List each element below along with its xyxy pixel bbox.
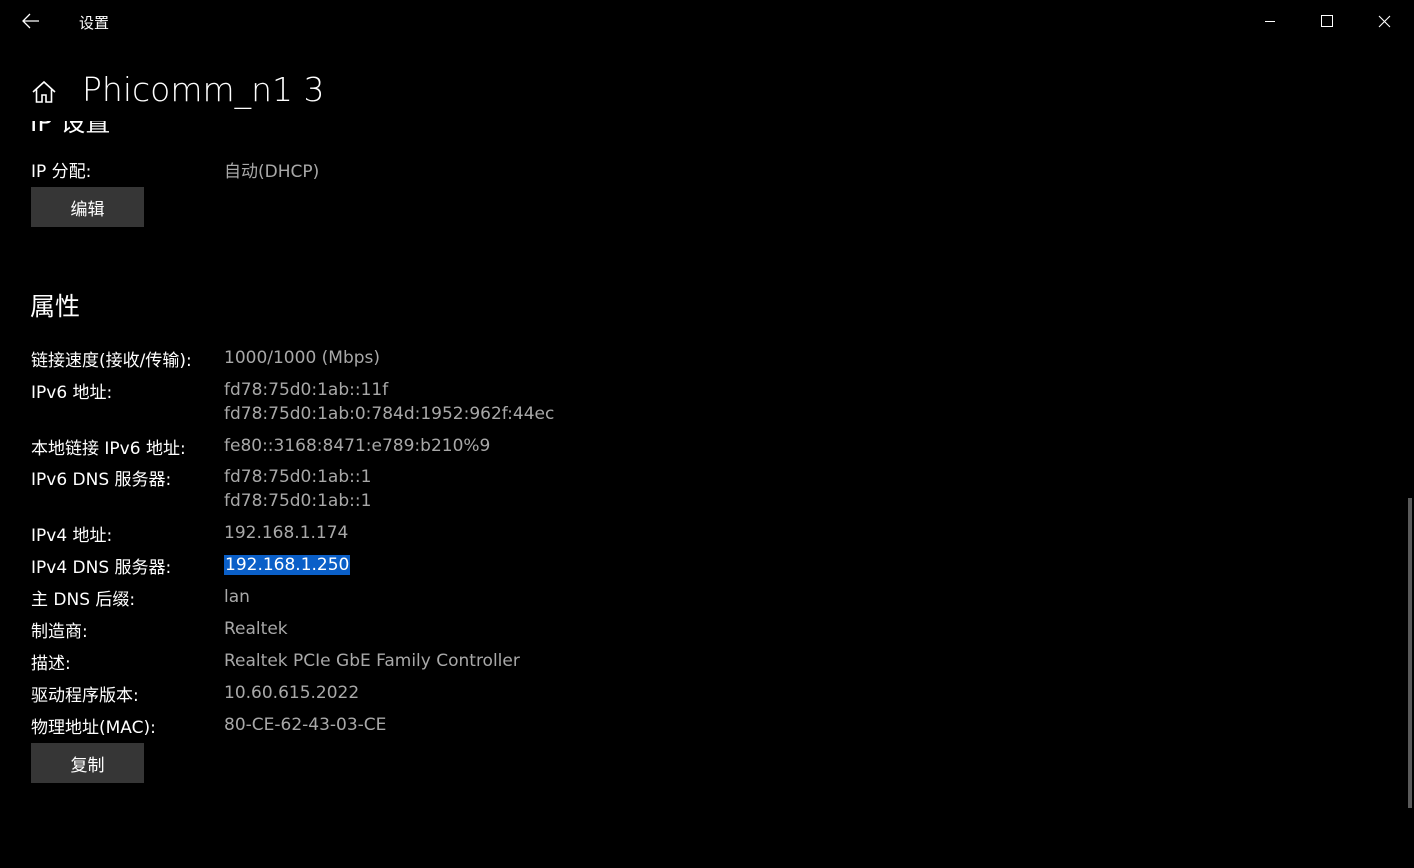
maximize-icon: [1321, 15, 1333, 27]
link-local-ipv6-label: 本地链接 IPv6 地址:: [31, 439, 186, 459]
arrow-left-icon: [22, 13, 39, 29]
link-local-ipv6-value: fe80::3168:8471:e789:b210%9: [224, 436, 491, 456]
home-icon: [32, 80, 56, 103]
close-button[interactable]: [1361, 4, 1407, 38]
copy-button[interactable]: 复制: [31, 743, 144, 783]
link-speed-label: 链接速度(接收/传输):: [31, 351, 192, 371]
minimize-button[interactable]: [1247, 4, 1293, 38]
edit-button[interactable]: 编辑: [31, 187, 144, 227]
driver-version-label: 驱动程序版本:: [31, 686, 139, 706]
ip-settings-heading: IP 设置: [30, 121, 111, 137]
ipv6-address-value: fd78:75d0:1ab::11f fd78:75d0:1ab:0:784d:…: [224, 380, 555, 424]
dns-suffix-value: lan: [224, 587, 250, 607]
ipv6-dns-label: IPv6 DNS 服务器:: [31, 470, 172, 490]
description-label: 描述:: [31, 654, 71, 674]
ipv6-dns-value: fd78:75d0:1ab::1 fd78:75d0:1ab::1: [224, 467, 372, 511]
maximize-button[interactable]: [1304, 4, 1350, 38]
driver-version-value: 10.60.615.2022: [224, 683, 360, 703]
selected-text[interactable]: 192.168.1.250: [224, 555, 351, 575]
ipv4-address-value: 192.168.1.174: [224, 523, 349, 543]
home-button[interactable]: [30, 78, 58, 106]
ipv4-dns-label: IPv4 DNS 服务器:: [31, 558, 172, 578]
ipv4-address-label: IPv4 地址:: [31, 526, 113, 546]
manufacturer-label: 制造商:: [31, 622, 88, 642]
page-header: Phicomm_n1 3: [0, 60, 1400, 120]
ip-assignment-value: 自动(DHCP): [224, 162, 320, 182]
manufacturer-value: Realtek: [224, 619, 288, 639]
page-title: Phicomm_n1 3: [82, 70, 325, 109]
link-speed-value: 1000/1000 (Mbps): [224, 348, 381, 368]
minimize-icon: [1265, 21, 1275, 22]
ipv4-dns-value[interactable]: 192.168.1.250: [224, 553, 351, 577]
back-button[interactable]: [14, 6, 48, 36]
app-title: 设置: [79, 14, 110, 32]
description-value: Realtek PCIe GbE Family Controller: [224, 651, 520, 671]
mac-address-value: 80-CE-62-43-03-CE: [224, 715, 387, 735]
dns-suffix-label: 主 DNS 后缀:: [31, 590, 136, 610]
ip-assignment-label: IP 分配:: [31, 162, 92, 182]
scrollbar[interactable]: [1408, 498, 1412, 808]
title-bar: 设置: [0, 0, 1414, 44]
properties-heading: 属性: [30, 292, 81, 321]
content-area: IP 设置 IP 分配: 自动(DHCP) 编辑 属性 链接速度(接收/传输):…: [0, 121, 1400, 868]
mac-address-label: 物理地址(MAC):: [31, 718, 156, 738]
ipv6-address-label: IPv6 地址:: [31, 383, 113, 403]
close-icon: [1378, 15, 1390, 27]
